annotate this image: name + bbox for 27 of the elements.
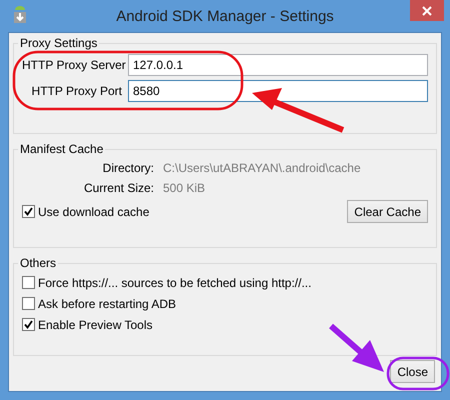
info-value: C:\Users\utABRAYAN\.android\cache (163, 161, 361, 175)
group-title: Others (19, 256, 58, 270)
checkbox[interactable] (22, 297, 35, 310)
checkbox-label: Force https://... sources to be fetched using http://... (38, 276, 312, 290)
info-value: 500 KiB (163, 181, 206, 195)
field-label: HTTP Proxy Port (30, 84, 122, 98)
info-label: Directory: (102, 161, 154, 175)
checkbox[interactable] (22, 318, 35, 331)
group-title: Proxy Settings (19, 36, 98, 50)
close-icon (422, 6, 432, 16)
download-icon (12, 6, 28, 24)
group-title: Manifest Cache (19, 142, 104, 156)
checkbox-label: Use download cache (38, 204, 150, 218)
input-field[interactable]: 127.0.0.1 (128, 54, 428, 76)
checkbox[interactable] (22, 205, 35, 218)
clear-cache-button[interactable]: Clear Cache (347, 200, 428, 223)
annotation-arrow (329, 324, 384, 372)
checkmark-icon (24, 320, 33, 329)
input-field[interactable]: 8580 (128, 80, 428, 102)
checkmark-icon (24, 207, 33, 216)
window-title: Android SDK Manager - Settings (116, 8, 334, 24)
checkbox-label: Ask before restarting ADB (38, 296, 176, 310)
info-label: Current Size: (82, 181, 154, 195)
window-close-button[interactable] (410, 0, 444, 21)
checkbox[interactable] (22, 276, 35, 289)
checkbox-label: Enable Preview Tools (38, 318, 153, 332)
close-button[interactable]: Close (390, 360, 435, 383)
